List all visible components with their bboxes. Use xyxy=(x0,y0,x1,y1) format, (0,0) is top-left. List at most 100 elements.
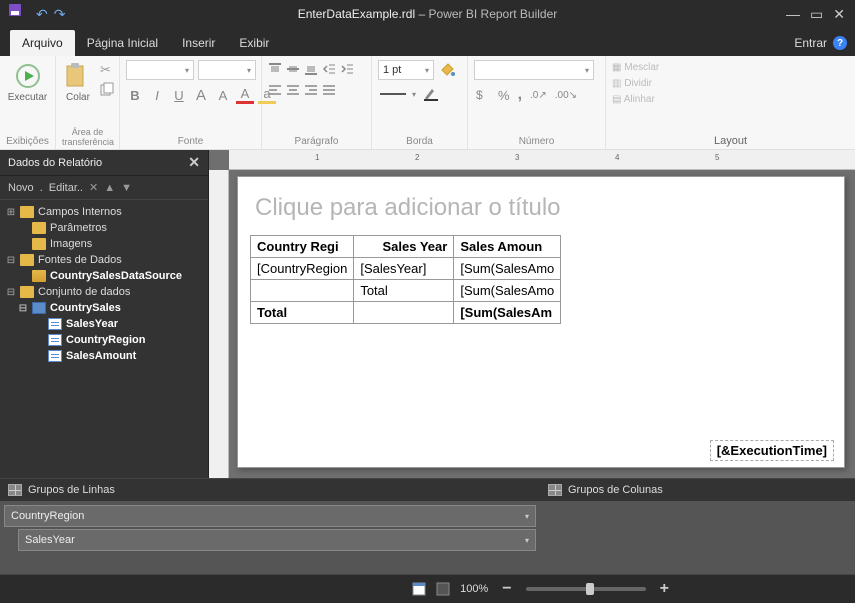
tree-datasets[interactable]: ⊟Conjunto de dados xyxy=(0,284,208,300)
copy-icon[interactable] xyxy=(100,82,114,96)
tree-dataset-item[interactable]: ⊟CountrySales xyxy=(0,300,208,316)
align-left-icon[interactable] xyxy=(268,84,282,96)
group-numero: Número xyxy=(474,134,599,147)
zoom-in-button[interactable]: + xyxy=(656,580,673,598)
tab-pagina-inicial[interactable]: Página Inicial xyxy=(75,30,170,56)
tree-parameters[interactable]: Parâmetros xyxy=(0,220,208,236)
font-size-dropdown[interactable]: ▾ xyxy=(198,60,256,80)
save-icon[interactable] xyxy=(8,3,30,25)
decimal-decrease-icon[interactable]: .00↘ xyxy=(555,90,577,101)
tree-data-sources[interactable]: ⊟Fontes de Dados xyxy=(0,252,208,268)
cell-salesyear[interactable]: [SalesYear] xyxy=(354,258,454,280)
align-bottom-icon[interactable] xyxy=(304,62,318,76)
undo-icon[interactable]: ↶ xyxy=(36,6,48,23)
border-width-dropdown[interactable]: 1 pt▾ xyxy=(378,60,434,80)
align-center-icon[interactable] xyxy=(286,84,300,96)
tree-images[interactable]: Imagens xyxy=(0,236,208,252)
row-group-salesyear[interactable]: SalesYear▾ xyxy=(18,529,536,551)
align-justify-icon[interactable] xyxy=(322,84,336,96)
design-surface[interactable]: 1 2 3 4 5 Clique para adicionar o título… xyxy=(209,150,855,478)
maximize-icon[interactable]: ▭ xyxy=(810,6,823,23)
new-button[interactable]: Novo xyxy=(8,182,34,194)
close-icon[interactable]: ✕ xyxy=(833,6,845,23)
bold-button[interactable]: B xyxy=(126,86,144,104)
tree-field-countryregion[interactable]: CountryRegion xyxy=(0,332,208,348)
zoom-level: 100% xyxy=(460,583,488,595)
tree-datasource-item[interactable]: CountrySalesDataSource xyxy=(0,268,208,284)
border-color-button[interactable] xyxy=(422,86,440,102)
comma-icon[interactable]: , xyxy=(518,86,522,104)
align-top-icon[interactable] xyxy=(268,62,282,76)
number-format-dropdown[interactable]: ▾ xyxy=(474,60,594,80)
sign-in[interactable]: Entrar ? xyxy=(786,30,855,56)
move-up-icon[interactable]: ▲ xyxy=(104,182,115,194)
header-salesyear[interactable]: Sales Year xyxy=(354,236,454,258)
row-group-countryregion[interactable]: CountryRegion▾ xyxy=(4,505,536,527)
indent-increase-icon[interactable] xyxy=(340,62,354,76)
delete-icon[interactable]: ✕ xyxy=(89,181,98,194)
split-button[interactable]: ▥ Dividir xyxy=(612,76,659,92)
indent-decrease-icon[interactable] xyxy=(322,62,336,76)
tree-field-salesyear[interactable]: SalesYear xyxy=(0,316,208,332)
cell-sum2[interactable]: [Sum(SalesAmo xyxy=(454,280,561,302)
move-down-icon[interactable]: ▼ xyxy=(121,182,132,194)
tab-inserir[interactable]: Inserir xyxy=(170,30,227,56)
panel-close-icon[interactable]: ✕ xyxy=(188,154,200,171)
zoom-out-button[interactable]: − xyxy=(498,580,515,598)
status-bar: 100% − + xyxy=(0,574,855,603)
cell-subtotal-label[interactable]: Total xyxy=(354,280,454,302)
window-title: EnterDataExample.rdl – Power BI Report B… xyxy=(298,7,558,21)
paste-button[interactable]: Colar xyxy=(62,60,94,105)
merge-button[interactable]: ▦ Mesclar xyxy=(612,60,659,76)
cell-total-label[interactable]: Total xyxy=(251,302,354,324)
header-salesamount[interactable]: Sales Amoun xyxy=(454,236,561,258)
tree-builtin-fields[interactable]: ⊞Campos Internos xyxy=(0,204,208,220)
svg-text:▾: ▾ xyxy=(412,90,416,99)
cell-total-empty[interactable] xyxy=(354,302,454,324)
group-exibicoes: Exibições xyxy=(6,134,49,147)
cell-empty[interactable] xyxy=(251,280,354,302)
view-preview-icon[interactable] xyxy=(436,582,450,596)
font-shrink-button[interactable]: A xyxy=(214,86,232,104)
paint-bucket-icon[interactable] xyxy=(438,61,456,79)
group-paragrafo: Parágrafo xyxy=(268,134,365,147)
border-style-dropdown[interactable]: ▾ xyxy=(378,86,418,102)
cell-sum3[interactable]: [Sum(SalesAm xyxy=(454,302,561,324)
ribbon: Executar Exibições Colar ✂ Área de trans… xyxy=(0,56,855,150)
tablix[interactable]: Country Regi Sales Year Sales Amoun [Cou… xyxy=(250,235,561,324)
panel-title: Dados do Relatório xyxy=(8,157,102,169)
redo-icon[interactable]: ↷ xyxy=(54,6,66,23)
tab-exibir[interactable]: Exibir xyxy=(227,30,281,56)
report-data-panel: Dados do Relatório ✕ Novo. Editar.. ✕ ▲ … xyxy=(0,150,209,478)
group-layout: Layout xyxy=(612,131,849,147)
menu-tabs: Arquivo Página Inicial Inserir Exibir En… xyxy=(0,28,855,56)
cell-sum1[interactable]: [Sum(SalesAmo xyxy=(454,258,561,280)
italic-button[interactable]: I xyxy=(148,86,166,104)
font-color-button[interactable]: A xyxy=(236,86,254,104)
tab-arquivo[interactable]: Arquivo xyxy=(10,30,75,56)
report-data-tree: ⊞Campos Internos Parâmetros Imagens ⊟Fon… xyxy=(0,200,208,478)
execution-time-box[interactable]: [&ExecutionTime] xyxy=(710,440,834,461)
decimal-increase-icon[interactable]: .0↗ xyxy=(530,90,547,101)
percent-icon[interactable]: % xyxy=(498,88,510,103)
font-family-dropdown[interactable]: ▾ xyxy=(126,60,194,80)
cell-countryregion[interactable]: [CountryRegion xyxy=(251,258,354,280)
run-button[interactable]: Executar xyxy=(6,60,49,105)
view-design-icon[interactable] xyxy=(412,582,426,596)
cut-icon[interactable]: ✂ xyxy=(100,62,114,78)
header-countryregion[interactable]: Country Regi xyxy=(251,236,354,258)
align-right-icon[interactable] xyxy=(304,84,318,96)
edit-button[interactable]: Editar.. xyxy=(49,182,83,194)
underline-button[interactable]: U xyxy=(170,86,188,104)
group-borda: Borda xyxy=(378,134,461,147)
currency-icon[interactable]: $ xyxy=(474,87,490,103)
font-grow-button[interactable]: A xyxy=(192,86,210,104)
tree-field-salesamount[interactable]: SalesAmount xyxy=(0,348,208,364)
report-title-placeholder[interactable]: Clique para adicionar o título xyxy=(250,187,832,229)
align-button[interactable]: ▤ Alinhar xyxy=(612,92,659,108)
help-icon[interactable]: ? xyxy=(833,36,847,50)
zoom-slider[interactable] xyxy=(526,587,646,591)
minimize-icon[interactable]: — xyxy=(786,6,800,23)
align-middle-icon[interactable] xyxy=(286,62,300,76)
group-clipboard: Área de transferência xyxy=(62,125,113,147)
